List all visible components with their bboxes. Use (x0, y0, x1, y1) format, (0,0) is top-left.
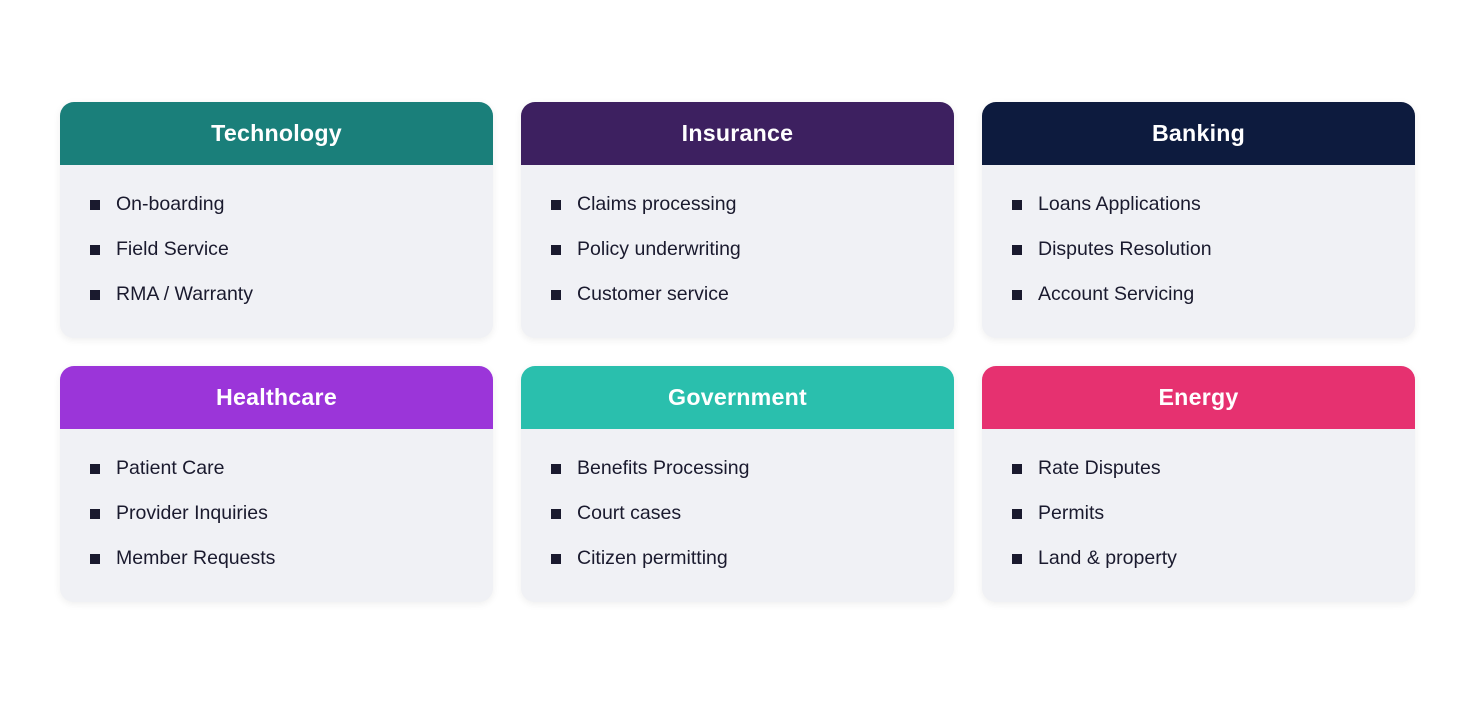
list-item-text: RMA / Warranty (116, 283, 253, 306)
card-title-insurance: Insurance (541, 120, 934, 147)
bullet-icon (90, 245, 100, 255)
bullet-icon (1012, 290, 1022, 300)
list-item-text: Field Service (116, 238, 229, 261)
list-item-text: Member Requests (116, 547, 275, 570)
list-item: Land & property (1012, 547, 1385, 570)
list-item: Court cases (551, 502, 924, 525)
list-item-text: Citizen permitting (577, 547, 728, 570)
list-item: RMA / Warranty (90, 283, 463, 306)
list-item: Disputes Resolution (1012, 238, 1385, 261)
card-list-government: Benefits Processing Court cases Citizen pe… (551, 457, 924, 570)
card-energy: Energy Rate Disputes Permits Land & propert… (982, 366, 1415, 602)
card-technology: Technology On-boarding Field Service RMA / … (60, 102, 493, 338)
card-list-technology: On-boarding Field Service RMA / Warranty (90, 193, 463, 306)
list-item-text: Policy underwriting (577, 238, 741, 261)
list-item-text: Customer service (577, 283, 729, 306)
list-item-text: Rate Disputes (1038, 457, 1161, 480)
card-header-insurance: Insurance (521, 102, 954, 165)
card-title-healthcare: Healthcare (80, 384, 473, 411)
card-banking: Banking Loans Applications Disputes Resolu… (982, 102, 1415, 338)
list-item: Rate Disputes (1012, 457, 1385, 480)
card-header-healthcare: Healthcare (60, 366, 493, 429)
list-item-text: Provider Inquiries (116, 502, 268, 525)
bullet-icon (551, 554, 561, 564)
bullet-icon (90, 290, 100, 300)
card-header-government: Government (521, 366, 954, 429)
card-title-government: Government (541, 384, 934, 411)
list-item: Patient Care (90, 457, 463, 480)
list-item-text: Patient Care (116, 457, 224, 480)
main-container: Technology On-boarding Field Service RMA / … (20, 72, 1455, 632)
bullet-icon (551, 200, 561, 210)
bullet-icon (551, 464, 561, 474)
card-list-energy: Rate Disputes Permits Land & property (1012, 457, 1385, 570)
list-item: Member Requests (90, 547, 463, 570)
bullet-icon (90, 200, 100, 210)
card-body-healthcare: Patient Care Provider Inquiries Member Req… (60, 429, 493, 602)
card-healthcare: Healthcare Patient Care Provider Inquiries… (60, 366, 493, 602)
card-insurance: Insurance Claims processing Policy underwr… (521, 102, 954, 338)
list-item: Citizen permitting (551, 547, 924, 570)
list-item-text: On-boarding (116, 193, 225, 216)
list-item-text: Land & property (1038, 547, 1177, 570)
card-body-banking: Loans Applications Disputes Resolution Acc… (982, 165, 1415, 338)
card-header-energy: Energy (982, 366, 1415, 429)
card-title-technology: Technology (80, 120, 473, 147)
bullet-icon (551, 509, 561, 519)
bullet-icon (551, 290, 561, 300)
card-government: Government Benefits Processing Court cases… (521, 366, 954, 602)
list-item-text: Benefits Processing (577, 457, 749, 480)
card-body-insurance: Claims processing Policy underwriting Cust… (521, 165, 954, 338)
card-list-banking: Loans Applications Disputes Resolution Acc… (1012, 193, 1385, 306)
card-title-banking: Banking (1002, 120, 1395, 147)
list-item: Benefits Processing (551, 457, 924, 480)
list-item: On-boarding (90, 193, 463, 216)
list-item: Permits (1012, 502, 1385, 525)
list-item-text: Court cases (577, 502, 681, 525)
list-item: Field Service (90, 238, 463, 261)
list-item: Account Servicing (1012, 283, 1385, 306)
card-list-insurance: Claims processing Policy underwriting Cust… (551, 193, 924, 306)
card-body-energy: Rate Disputes Permits Land & property (982, 429, 1415, 602)
card-body-technology: On-boarding Field Service RMA / Warranty (60, 165, 493, 338)
card-header-technology: Technology (60, 102, 493, 165)
card-title-energy: Energy (1002, 384, 1395, 411)
list-item: Policy underwriting (551, 238, 924, 261)
bullet-icon (1012, 200, 1022, 210)
bullet-icon (1012, 245, 1022, 255)
bullet-icon (1012, 509, 1022, 519)
list-item: Customer service (551, 283, 924, 306)
list-item-text: Disputes Resolution (1038, 238, 1212, 261)
bullet-icon (90, 464, 100, 474)
bullet-icon (551, 245, 561, 255)
list-item-text: Account Servicing (1038, 283, 1194, 306)
list-item-text: Loans Applications (1038, 193, 1201, 216)
list-item-text: Permits (1038, 502, 1104, 525)
card-body-government: Benefits Processing Court cases Citizen pe… (521, 429, 954, 602)
list-item-text: Claims processing (577, 193, 736, 216)
bullet-icon (1012, 464, 1022, 474)
card-list-healthcare: Patient Care Provider Inquiries Member Req… (90, 457, 463, 570)
card-header-banking: Banking (982, 102, 1415, 165)
bullet-icon (1012, 554, 1022, 564)
bullet-icon (90, 509, 100, 519)
list-item: Provider Inquiries (90, 502, 463, 525)
cards-grid: Technology On-boarding Field Service RMA / … (60, 102, 1415, 602)
list-item: Loans Applications (1012, 193, 1385, 216)
bullet-icon (90, 554, 100, 564)
list-item: Claims processing (551, 193, 924, 216)
